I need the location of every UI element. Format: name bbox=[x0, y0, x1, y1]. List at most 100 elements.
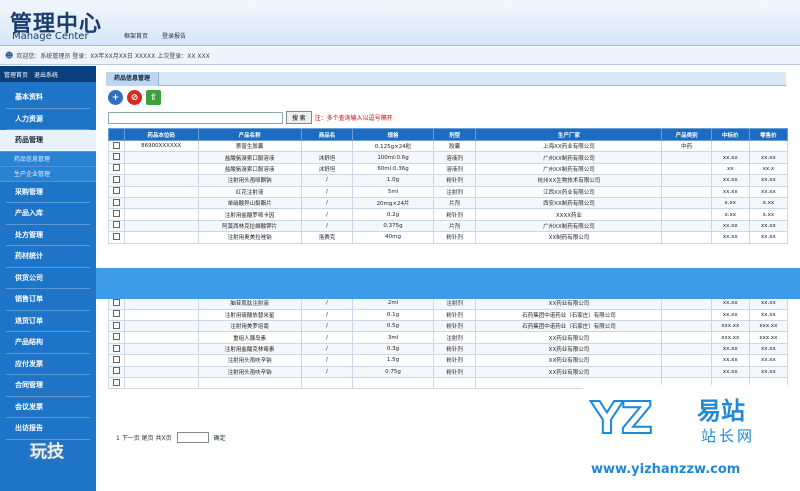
col-header[interactable]: 剂型 bbox=[432, 128, 477, 141]
col-header[interactable]: 产品类别 bbox=[661, 128, 712, 141]
table-row[interactable]: 注射用盐酸克林霉素/0.3g 粉针剂 XX药业有限公司 xx.xx xx.xx bbox=[108, 342, 789, 356]
sidebar-item-contract[interactable]: 合同管理 bbox=[6, 375, 90, 397]
row-checkbox[interactable] bbox=[108, 162, 125, 176]
pager-go-button[interactable]: 确定 bbox=[214, 433, 226, 442]
checkbox-icon[interactable] bbox=[112, 310, 120, 318]
row-checkbox[interactable] bbox=[108, 231, 125, 244]
table-row[interactable]: 重组人胰岛素/3ml 注射剂 XX药业有限公司 xxx.xx xxx.xx bbox=[108, 331, 789, 344]
sidebar-item-hr[interactable]: 人力资源 bbox=[6, 109, 90, 130]
checkbox-icon[interactable] bbox=[112, 232, 120, 240]
table-cell: 注射用头孢呋辛钠 bbox=[197, 354, 302, 367]
checkbox-icon[interactable] bbox=[112, 153, 120, 161]
add-icon[interactable]: + bbox=[108, 90, 123, 105]
checkbox-icon[interactable] bbox=[112, 378, 120, 386]
table-row[interactable]: 注射用奥美拉唑钠 洛赛克 40mg 粉针剂 XX制药有限公司 xx.xx xx.xx bbox=[108, 231, 789, 244]
row-checkbox[interactable] bbox=[108, 297, 125, 310]
table-cell bbox=[123, 219, 199, 233]
home-link[interactable]: 管理首页 bbox=[4, 70, 28, 79]
checkbox-icon[interactable] bbox=[112, 187, 120, 195]
checkbox-icon[interactable] bbox=[112, 221, 120, 229]
table-row[interactable]: 红花注射液/5ml 注射剂 江西XX药业有限公司 xx.xx xx.xx bbox=[108, 185, 789, 198]
col-header[interactable]: 规格 bbox=[352, 128, 434, 141]
checkbox-icon[interactable] bbox=[112, 321, 120, 329]
row-checkbox[interactable] bbox=[108, 151, 125, 164]
checkbox-icon[interactable] bbox=[112, 210, 120, 218]
row-checkbox[interactable] bbox=[108, 354, 125, 367]
sidebar-item-payable-invoice[interactable]: 应付发票 bbox=[6, 354, 90, 375]
top-link-report[interactable]: 登录报告 bbox=[162, 31, 186, 40]
table-row[interactable]: 阿莫西林克拉维酸钾片/0.375g 片剂 广州XX制药有限公司 xx.xx xx.xx bbox=[108, 219, 789, 233]
table-row[interactable]: 注射用硫酸依替米星/0.1g 粉针剂 石药集团中诺药业（石家庄）有限公司 xx.xx x… bbox=[108, 308, 789, 322]
checkbox-icon[interactable] bbox=[112, 333, 120, 341]
sidebar-item-statistics[interactable]: 药材统计 bbox=[6, 246, 90, 268]
sidebar-item-sales-order[interactable]: 销售订单 bbox=[6, 289, 90, 311]
table-cell: xxx.xx bbox=[710, 331, 750, 344]
checkbox-icon[interactable] bbox=[112, 367, 120, 375]
sidebar-subitem-drug-info[interactable]: 药品信息管理 bbox=[0, 151, 96, 167]
table-row[interactable]: 盐酸氨溴索口服溶液 沐舒坦 100ml:0.6g 溶液剂 广州XX制药有限公司 xx.xx… bbox=[108, 151, 789, 164]
logout-link[interactable]: 退出系统 bbox=[34, 70, 58, 79]
sidebar-item-supplier[interactable]: 供货公司 bbox=[6, 268, 90, 289]
top-link-home[interactable]: 框架首页 bbox=[124, 31, 148, 40]
checkbox-icon[interactable] bbox=[112, 355, 120, 363]
search-input[interactable] bbox=[108, 111, 283, 124]
checkbox-icon[interactable] bbox=[112, 344, 120, 352]
checkbox-icon[interactable] bbox=[112, 198, 120, 206]
checkbox-icon[interactable] bbox=[112, 164, 120, 172]
sidebar-subitem-manufacturer[interactable]: 生产企业管理 bbox=[0, 166, 96, 182]
row-checkbox[interactable] bbox=[108, 219, 125, 233]
table-row[interactable]: 注射用头孢哌酮钠/1.0g 粉针剂 杭州XX生物技术有限公司 xx.xx xx.xx bbox=[108, 174, 789, 187]
select-all-checkbox[interactable] bbox=[108, 128, 125, 141]
row-checkbox[interactable] bbox=[108, 308, 125, 322]
col-header[interactable]: 生产厂家 bbox=[475, 128, 663, 141]
row-checkbox[interactable] bbox=[108, 365, 125, 379]
row-checkbox[interactable] bbox=[108, 377, 125, 390]
row-checkbox[interactable] bbox=[108, 208, 125, 221]
col-header[interactable]: 产品名称 bbox=[197, 128, 302, 141]
table-cell bbox=[661, 231, 712, 244]
table-row[interactable]: 注射用头孢呋辛钠/1.5g 粉针剂 XX药业有限公司 xx.xx xx.xx bbox=[108, 354, 789, 367]
table-body-top: 86900XXXXXX 萘普生胶囊 0.125g×24粒 胶囊 上海XX药业有限公司 中药… bbox=[108, 139, 789, 244]
delete-icon[interactable]: ⊘ bbox=[127, 90, 142, 105]
sidebar-item-drug[interactable]: 药品管理 bbox=[0, 130, 96, 152]
sidebar-item-basic[interactable]: 基本资料 bbox=[6, 87, 90, 109]
col-header[interactable]: 商品名 bbox=[300, 128, 354, 141]
table-row[interactable]: 注射用头孢呋辛钠/0.75g 粉针剂 XX药业有限公司 xx.xx xx.xx bbox=[108, 365, 789, 379]
pager-text[interactable]: 1 下一页 尾页 共X页 bbox=[116, 433, 172, 442]
sidebar-item-product-structure[interactable]: 产品结构 bbox=[6, 332, 90, 354]
table-row[interactable]: 86900XXXXXX 萘普生胶囊 0.125g×24粒 胶囊 上海XX药业有限公司 中药 bbox=[108, 139, 789, 153]
page-input[interactable] bbox=[176, 432, 209, 443]
col-header[interactable]: 中标价 bbox=[710, 128, 750, 141]
row-checkbox[interactable] bbox=[108, 331, 125, 344]
sidebar-item-purchase[interactable]: 采购管理 bbox=[6, 182, 90, 203]
sidebar-item-meeting-invoice[interactable]: 会议发票 bbox=[6, 397, 90, 418]
sidebar-item-return-order[interactable]: 退货订单 bbox=[6, 311, 90, 332]
row-checkbox[interactable] bbox=[108, 196, 125, 210]
row-checkbox[interactable] bbox=[108, 320, 125, 333]
upload-icon[interactable]: ⇧ bbox=[146, 90, 161, 105]
row-checkbox[interactable] bbox=[108, 174, 125, 187]
sidebar-item-stock-in[interactable]: 产品入库 bbox=[6, 203, 90, 225]
table-row[interactable]: 盐酸氨溴索口服溶液 沐舒坦 60ml:0.36g 溶液剂 广州XX制药有限公司 xx xx.… bbox=[108, 162, 789, 176]
table-row[interactable]: 注射用美罗培南/0.5g 粉针剂 石药集团中诺药业（石家庄）有限公司 xxx.xx xx… bbox=[108, 320, 789, 333]
row-checkbox[interactable] bbox=[108, 139, 125, 153]
checkbox-icon[interactable] bbox=[112, 141, 120, 149]
table-row[interactable]: 脑苷肌肽注射液/2ml 注射剂 XX药业有限公司 xx.xx xx.xx bbox=[108, 297, 789, 310]
table-row[interactable]: 单硝酸异山梨酯片/20mg×24片 片剂 西安XX制药有限公司 x.xx x.xx bbox=[108, 196, 789, 210]
col-header[interactable]: 药品本位码 bbox=[123, 128, 199, 141]
table-cell bbox=[661, 185, 712, 198]
checkbox-icon[interactable] bbox=[112, 298, 120, 306]
table-row[interactable]: 注射用盐酸罗哌卡因/0.2g 粉针剂 XXXX药业 x.xx x.xx bbox=[108, 208, 789, 221]
table-cell: 注射剂 bbox=[432, 297, 477, 310]
col-header[interactable]: 零售价 bbox=[748, 128, 789, 141]
table-cell: XX药业有限公司 bbox=[475, 354, 663, 367]
checkbox-icon[interactable] bbox=[112, 175, 120, 183]
table-cell: 脑苷肌肽注射液 bbox=[197, 297, 302, 310]
row-checkbox[interactable] bbox=[108, 342, 125, 356]
table-cell: 中药 bbox=[661, 139, 712, 153]
search-button[interactable]: 搜 索 bbox=[286, 111, 312, 124]
table-cell: 胶囊 bbox=[432, 139, 477, 153]
row-checkbox[interactable] bbox=[108, 185, 125, 198]
sidebar-item-prescription[interactable]: 处方管理 bbox=[6, 225, 90, 246]
table-cell: XX药业有限公司 bbox=[475, 297, 663, 310]
